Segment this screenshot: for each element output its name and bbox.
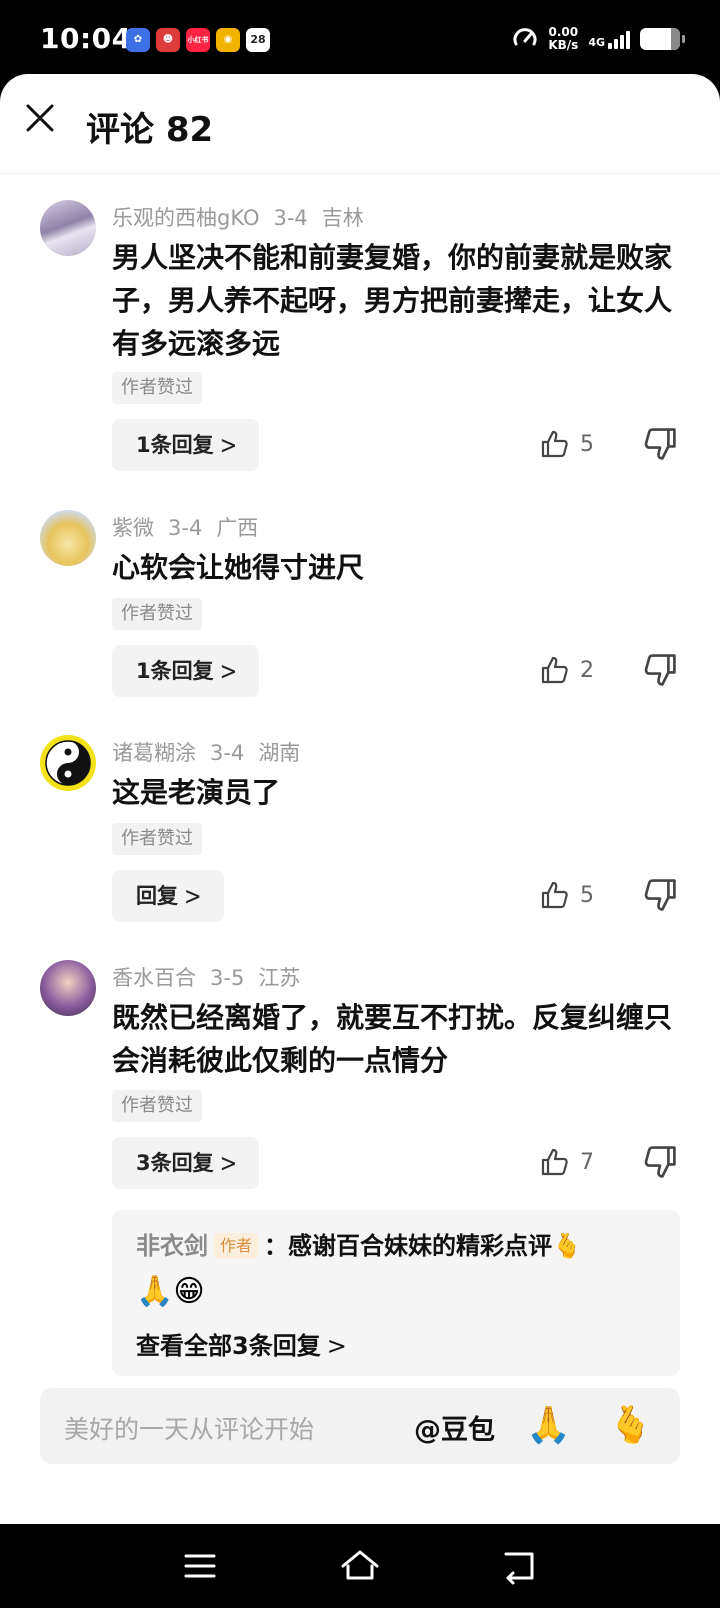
like-button[interactable]: 7 [540, 1144, 602, 1180]
thumbs-up-icon [541, 430, 568, 458]
chevron-right-icon: > [219, 430, 238, 460]
comment-meta: 紫微 3-4 广西 [112, 512, 272, 542]
system-nav-bar [0, 1524, 720, 1608]
view-replies-button[interactable]: 3条回复 > [112, 1137, 260, 1189]
author-liked-tag: 作者赞过 [112, 1090, 202, 1122]
page-title: 评论 82 [86, 110, 214, 150]
reply-emojis: 🙏😁 [136, 1274, 205, 1309]
praying-hands-emoji-button[interactable]: 🙏 [526, 1404, 571, 1446]
comment-username[interactable]: 香水百合 [112, 966, 196, 990]
comment-location: 湖南 [258, 741, 301, 765]
comment-location: 江苏 [258, 966, 301, 990]
comment-text: 男人坚决不能和前妻复婚，你的前妻就是败家子，男人养不起呀，男方把前妻撵走，让女人… [112, 241, 673, 360]
avatar[interactable] [40, 510, 96, 566]
comment-text: 既然已经离婚了，就要互不打扰。反复纠缠只会消耗彼此仅剩的一点情分 [112, 1001, 673, 1077]
comment-input[interactable]: 美好的一天从评论开始 @豆包 🙏 🫰 [40, 1388, 680, 1464]
like-count: 5 [580, 882, 594, 908]
comment-text: 心软会让她得寸进尺 [112, 551, 365, 584]
thumbs-down-icon[interactable] [642, 426, 678, 462]
yellow-app-icon: ◉ [216, 28, 240, 52]
author-liked-tag: 作者赞过 [112, 823, 202, 855]
like-count: 5 [580, 431, 594, 457]
like-count: 2 [580, 657, 594, 683]
home-icon[interactable] [338, 1544, 382, 1588]
chevron-right-icon: > [219, 656, 238, 686]
chevron-right-icon: > [219, 1148, 238, 1178]
signal-indicator: 4G [588, 29, 630, 49]
comment-username[interactable]: 乐观的西柚gKO [112, 206, 259, 230]
reply-text: ：感谢百合妹妹的精彩点评 [264, 1232, 553, 1260]
author-liked-tag: 作者赞过 [112, 372, 202, 404]
calendar-app-icon: 28 [246, 28, 270, 52]
thumbs-down-icon[interactable] [642, 652, 678, 688]
comment-location: 吉林 [321, 206, 364, 230]
close-icon[interactable] [22, 100, 58, 136]
xiaohongshu-app-icon: 小红书 [186, 28, 210, 52]
status-time: 10:04 [40, 22, 132, 55]
back-icon[interactable] [498, 1544, 542, 1588]
like-button[interactable]: 5 [540, 877, 602, 913]
author-reply-preview[interactable]: 非衣剑 作者 ：感谢百合妹妹的精彩点评🫰 🙏😁 查看全部3条回复 > [112, 1210, 680, 1376]
mention-button[interactable]: @豆包 [414, 1408, 495, 1447]
menu-icon[interactable] [178, 1544, 222, 1588]
speedometer-icon [513, 28, 537, 46]
signal-bars-icon [608, 29, 630, 49]
avatar[interactable] [40, 735, 96, 791]
heart-hand-emoji-button[interactable]: 🫰 [608, 1404, 653, 1446]
comment-date: 3-5 [210, 966, 245, 990]
comment-date: 3-4 [168, 516, 203, 540]
network-type: 4G [588, 36, 605, 49]
like-button[interactable]: 2 [540, 652, 602, 688]
notification-icons: ✿ ☻ 小红书 ◉ 28 [126, 28, 270, 52]
comment-input-placeholder: 美好的一天从评论开始 [64, 1415, 315, 1444]
comment-username[interactable]: 紫微 [112, 516, 154, 540]
avatar[interactable] [40, 960, 96, 1016]
network-speed: 0.00 KB/s [548, 25, 579, 52]
baidu-app-icon: ✿ [126, 28, 150, 52]
comment-text: 这是老演员了 [112, 776, 281, 809]
heart-hand-emoji: 🫰 [552, 1232, 582, 1260]
comment-date: 3-4 [273, 206, 308, 230]
view-replies-button[interactable]: 1条回复 > [112, 645, 260, 697]
view-all-replies-link[interactable]: 查看全部3条回复 > [136, 1326, 347, 1361]
battery-icon [640, 28, 685, 50]
comment-sheet: 评论 82 乐观的西柚gKO 3-4 吉林 男人坚决不能和前妻复婚，你的前妻就是败家… [0, 74, 720, 1524]
chevron-right-icon: > [326, 1332, 347, 1360]
thumbs-down-icon[interactable] [642, 877, 678, 913]
yin-yang-icon [45, 740, 91, 786]
reply-author[interactable]: 非衣剑 [136, 1232, 208, 1260]
thumbs-up-icon [541, 881, 568, 909]
comment-username[interactable]: 诸葛糊涂 [112, 741, 196, 765]
like-button[interactable]: 5 [540, 426, 602, 462]
like-count: 7 [580, 1149, 594, 1175]
comment-meta: 乐观的西柚gKO 3-4 吉林 [112, 202, 378, 232]
chevron-right-icon: > [184, 881, 202, 911]
comment-date: 3-4 [210, 741, 245, 765]
reply-button[interactable]: 回复 > [112, 870, 224, 922]
author-badge: 作者 [214, 1233, 259, 1259]
author-liked-tag: 作者赞过 [112, 598, 202, 630]
avatar[interactable] [40, 200, 96, 256]
thumbs-up-icon [541, 1148, 568, 1176]
thumbs-up-icon [541, 656, 568, 684]
view-replies-button[interactable]: 1条回复 > [112, 419, 260, 471]
status-bar: 10:04 ✿ ☻ 小红书 ◉ 28 0.00 KB/s 4G [0, 0, 720, 80]
comment-meta: 香水百合 3-5 江苏 [112, 962, 314, 992]
sheet-header: 评论 82 [0, 74, 720, 174]
mascot-app-icon: ☻ [156, 28, 180, 52]
thumbs-down-icon[interactable] [642, 1144, 678, 1180]
comment-location: 广西 [216, 516, 259, 540]
comment-meta: 诸葛糊涂 3-4 湖南 [112, 737, 314, 767]
